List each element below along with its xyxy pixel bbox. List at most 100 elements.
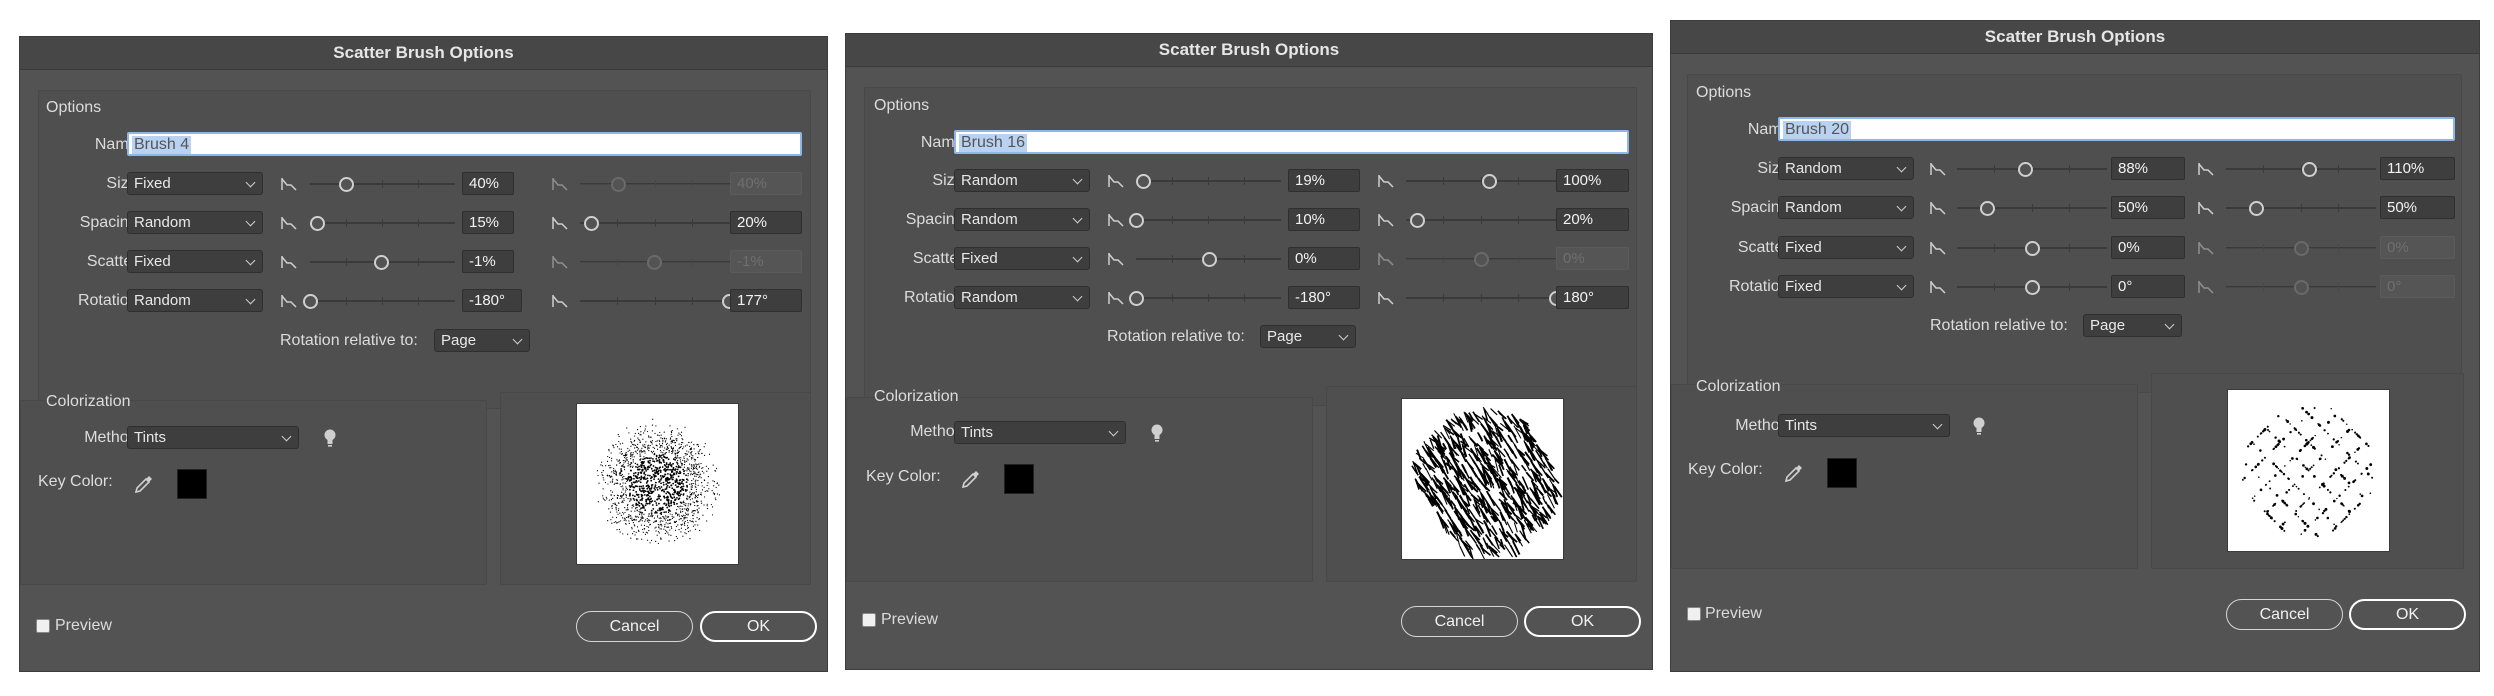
slider-knob[interactable] <box>2025 241 2040 256</box>
variation-icon[interactable] <box>281 215 297 231</box>
eyedropper-icon[interactable] <box>133 473 155 495</box>
variation-icon[interactable] <box>1378 212 1394 228</box>
size-min-slider[interactable] <box>310 176 455 192</box>
rotation-min-slider[interactable] <box>1129 290 1281 306</box>
slider-knob[interactable] <box>339 177 355 192</box>
spacing-min-slider[interactable] <box>310 215 455 231</box>
rotation-relative-select[interactable]: Page <box>2083 314 2182 337</box>
method-select[interactable]: Tints <box>127 426 299 449</box>
spacing-mode-select[interactable]: Random <box>954 208 1090 231</box>
rotation-max-field[interactable]: 177° <box>730 289 802 312</box>
scatter-min-slider[interactable] <box>1957 240 2107 256</box>
rotation-min-slider[interactable] <box>303 293 455 309</box>
scatter-min-field[interactable]: 0% <box>2111 236 2185 259</box>
spacing-max-field[interactable]: 50% <box>2380 196 2455 219</box>
slider-knob[interactable] <box>1136 174 1152 189</box>
slider-knob[interactable] <box>303 294 318 309</box>
variation-icon[interactable] <box>1108 251 1124 267</box>
scatter-min-slider[interactable] <box>1136 251 1281 267</box>
variation-icon[interactable] <box>552 215 568 231</box>
cancel-button[interactable]: Cancel <box>1401 606 1518 637</box>
cancel-button[interactable]: Cancel <box>2226 599 2343 630</box>
size-min-field[interactable]: 88% <box>2111 157 2185 180</box>
variation-icon[interactable] <box>2198 200 2214 216</box>
slider-knob[interactable] <box>1129 291 1144 306</box>
name-field[interactable]: Brush 4 <box>127 132 802 156</box>
rotation-max-slider[interactable] <box>580 293 737 309</box>
preview-checkbox[interactable] <box>1687 607 1701 621</box>
key-color-swatch[interactable] <box>1004 464 1034 494</box>
rotation-min-field[interactable]: -180° <box>1288 286 1360 309</box>
key-color-swatch[interactable] <box>177 469 207 499</box>
size-max-field[interactable]: 110% <box>2380 157 2455 180</box>
scatter-mode-select[interactable]: Fixed <box>1778 236 1914 259</box>
slider-knob[interactable] <box>1409 213 1425 228</box>
size-min-slider[interactable] <box>1957 161 2107 177</box>
rotation-max-field[interactable]: 180° <box>1556 286 1629 309</box>
size-max-slider[interactable] <box>2226 161 2376 177</box>
slider-knob[interactable] <box>2025 280 2040 295</box>
rotation-min-field[interactable]: 0° <box>2111 275 2185 298</box>
spacing-min-slider[interactable] <box>1957 200 2107 216</box>
rotation-relative-select[interactable]: Page <box>434 329 530 352</box>
variation-icon[interactable] <box>1378 173 1394 189</box>
variation-icon[interactable] <box>281 176 297 192</box>
slider-knob[interactable] <box>310 216 326 231</box>
preview-checkbox[interactable] <box>36 619 50 633</box>
spacing-min-slider[interactable] <box>1129 212 1281 228</box>
slider-knob[interactable] <box>2017 162 2033 177</box>
variation-icon[interactable] <box>1930 161 1946 177</box>
scatter-mode-select[interactable]: Fixed <box>127 250 263 273</box>
spacing-mode-select[interactable]: Random <box>1778 196 1914 219</box>
spacing-mode-select[interactable]: Random <box>127 211 263 234</box>
size-mode-select[interactable]: Fixed <box>127 172 263 195</box>
variation-icon[interactable] <box>1108 173 1124 189</box>
lightbulb-icon[interactable] <box>1150 423 1164 443</box>
spacing-max-field[interactable]: 20% <box>1556 208 1629 231</box>
spacing-max-slider[interactable] <box>2226 200 2376 216</box>
size-min-field[interactable]: 40% <box>462 172 514 195</box>
eyedropper-icon[interactable] <box>960 468 982 490</box>
size-mode-select[interactable]: Random <box>1778 157 1914 180</box>
eyedropper-icon[interactable] <box>1783 462 1805 484</box>
size-max-field[interactable]: 100% <box>1556 169 1629 192</box>
rotation-mode-select[interactable]: Fixed <box>1778 275 1914 298</box>
spacing-max-slider[interactable] <box>1406 212 1556 228</box>
ok-button[interactable]: OK <box>2349 599 2466 630</box>
slider-knob[interactable] <box>1481 174 1497 189</box>
slider-knob[interactable] <box>1201 252 1217 267</box>
size-mode-select[interactable]: Random <box>954 169 1090 192</box>
variation-icon[interactable] <box>1108 212 1124 228</box>
slider-knob[interactable] <box>2301 162 2317 177</box>
method-select[interactable]: Tints <box>954 421 1126 444</box>
lightbulb-icon[interactable] <box>323 428 337 448</box>
variation-icon[interactable] <box>281 293 297 309</box>
scatter-mode-select[interactable]: Fixed <box>954 247 1090 270</box>
method-select[interactable]: Tints <box>1778 414 1950 437</box>
slider-knob[interactable] <box>583 216 599 231</box>
scatter-min-field[interactable]: 0% <box>1288 247 1360 270</box>
rotation-max-slider[interactable] <box>1406 290 1564 306</box>
rotation-mode-select[interactable]: Random <box>954 286 1090 309</box>
name-field[interactable]: Brush 16 <box>954 130 1629 154</box>
rotation-relative-select[interactable]: Page <box>1260 325 1356 348</box>
variation-icon[interactable] <box>281 254 297 270</box>
lightbulb-icon[interactable] <box>1972 416 1986 436</box>
variation-icon[interactable] <box>1108 290 1124 306</box>
rotation-min-field[interactable]: -180° <box>462 289 522 312</box>
rotation-mode-select[interactable]: Random <box>127 289 263 312</box>
ok-button[interactable]: OK <box>1524 606 1641 637</box>
variation-icon[interactable] <box>2198 161 2214 177</box>
spacing-max-slider[interactable] <box>580 215 730 231</box>
spacing-min-field[interactable]: 10% <box>1288 208 1360 231</box>
spacing-min-field[interactable]: 50% <box>2111 196 2185 219</box>
size-min-field[interactable]: 19% <box>1288 169 1360 192</box>
variation-icon[interactable] <box>1378 290 1394 306</box>
size-max-slider[interactable] <box>1406 173 1556 189</box>
variation-icon[interactable] <box>1930 200 1946 216</box>
spacing-max-field[interactable]: 20% <box>730 211 802 234</box>
preview-checkbox[interactable] <box>862 613 876 627</box>
scatter-min-slider[interactable] <box>310 254 455 270</box>
spacing-min-field[interactable]: 15% <box>462 211 514 234</box>
name-field[interactable]: Brush 20 <box>1778 117 2455 141</box>
